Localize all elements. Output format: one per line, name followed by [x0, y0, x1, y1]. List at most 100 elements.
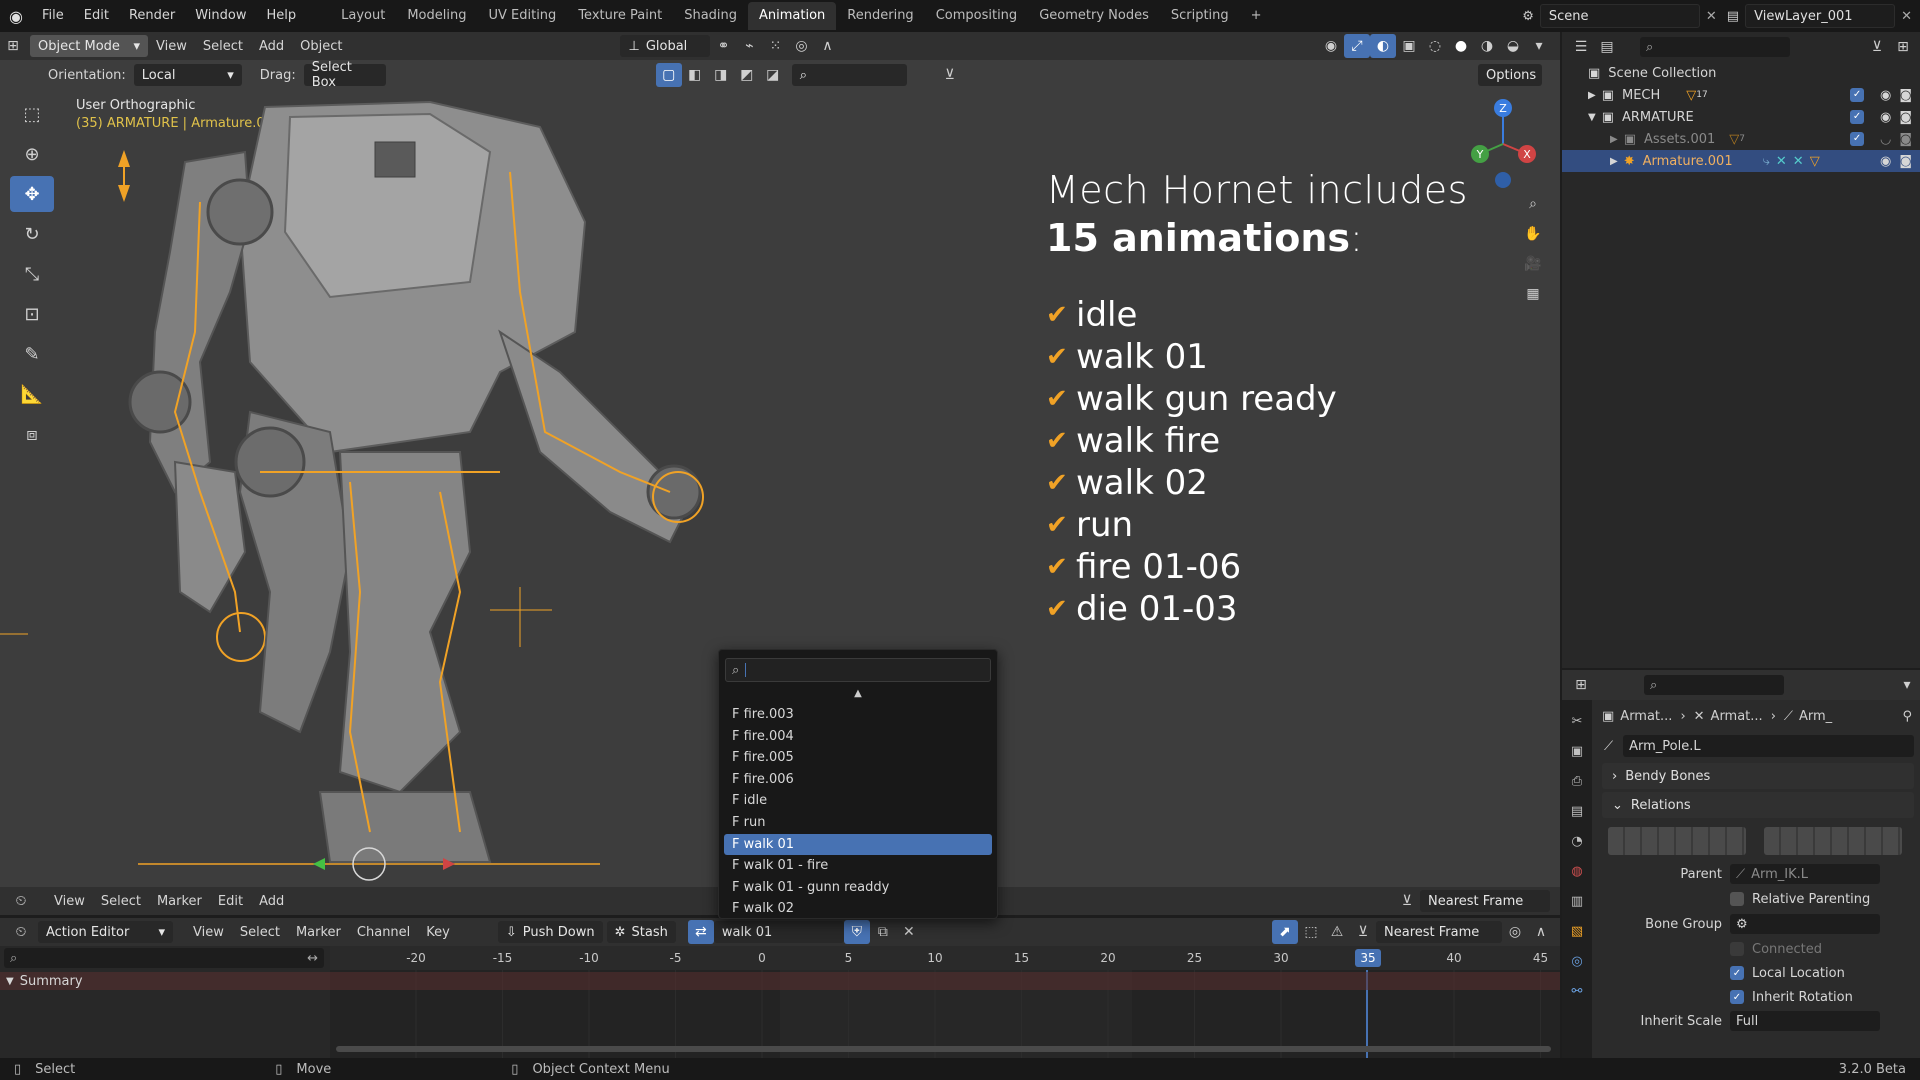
render-tab-icon[interactable]: ▣	[1566, 740, 1588, 762]
scene-field[interactable]: Scene	[1539, 4, 1700, 28]
menu-view[interactable]: View	[185, 925, 232, 940]
viewport-search-input[interactable]: ⌕	[791, 64, 907, 86]
camera-icon[interactable]: ◙	[1899, 132, 1912, 147]
solid-shading-icon[interactable]: ●	[1448, 34, 1474, 58]
options-button[interactable]: Options	[1478, 64, 1542, 86]
mech-model[interactable]	[0, 32, 760, 887]
physics-tab-icon[interactable]: ◎	[1566, 950, 1588, 972]
material-shading-icon[interactable]: ◑	[1474, 34, 1500, 58]
exclude-checkbox[interactable]: ✓	[1850, 87, 1865, 102]
outliner-row-scene-collection[interactable]: ▣ Scene Collection	[1562, 62, 1920, 84]
layer-grid-left[interactable]	[1608, 827, 1746, 855]
falloff-icon[interactable]: ∧	[814, 34, 840, 58]
parent-field[interactable]: ⟋ Arm_IK.L	[1730, 864, 1880, 884]
bone-group-field[interactable]: ⚙	[1730, 914, 1880, 934]
menu-select[interactable]: Select	[232, 925, 288, 940]
gizmo-toggle-icon[interactable]: ⤢	[1344, 34, 1370, 58]
tab-texture-paint[interactable]: Texture Paint	[567, 2, 673, 30]
menu-window[interactable]: Window	[185, 0, 256, 32]
inherit-rotation-checkbox[interactable]: ✓	[1730, 990, 1744, 1004]
filter-icon[interactable]: ⊻	[1350, 920, 1376, 944]
editor-type-icon[interactable]: ⏲	[8, 920, 34, 944]
menu-key[interactable]: Key	[418, 925, 458, 940]
view-layer-tab-icon[interactable]: ▤	[1566, 800, 1588, 822]
eye-icon[interactable]: ◉	[1880, 88, 1891, 103]
bone-name-field[interactable]: Arm_Pole.L	[1623, 735, 1914, 757]
eye-icon[interactable]: ◉	[1880, 154, 1891, 169]
menu-select[interactable]: Select	[93, 894, 149, 909]
pan-hand-icon[interactable]: ✋	[1520, 222, 1546, 246]
tab-compositing[interactable]: Compositing	[925, 2, 1029, 30]
expand-icon[interactable]: ▶	[1610, 134, 1618, 145]
local-location-row[interactable]: ✓ Local Location	[1596, 961, 1920, 985]
rendered-shading-icon[interactable]: ◒	[1500, 34, 1526, 58]
menu-edit[interactable]: Edit	[210, 894, 251, 909]
camera-icon[interactable]: ◙	[1899, 88, 1912, 103]
tab-rendering[interactable]: Rendering	[836, 2, 924, 30]
options-chevron-icon[interactable]: ▾	[1894, 673, 1920, 697]
errors-icon[interactable]: ⚠	[1324, 920, 1350, 944]
display-mode-icon[interactable]: ▤	[1594, 35, 1620, 59]
relative-parenting-row[interactable]: Relative Parenting	[1596, 887, 1920, 911]
dropdown-item[interactable]: F run	[724, 812, 992, 834]
tab-scripting[interactable]: Scripting	[1160, 2, 1240, 30]
blender-logo-icon[interactable]: ◉	[0, 0, 32, 32]
menu-add[interactable]: Add	[251, 894, 292, 909]
xray-icon[interactable]: ▣	[1396, 34, 1422, 58]
outliner-row-assets[interactable]: ▶ ▣ Assets.001 ▽ 7 ✓ ◡ ◙	[1562, 128, 1920, 150]
dropdown-item[interactable]: F walk 01 - fire	[724, 855, 992, 877]
tool-tab-icon[interactable]: ✂	[1566, 710, 1588, 732]
dropdown-item[interactable]: F walk 01 - gunn readdy	[724, 877, 992, 899]
tab-shading[interactable]: Shading	[673, 2, 748, 30]
scene-tab-icon[interactable]: ◔	[1566, 830, 1588, 852]
editor-type-icon[interactable]: ⊞	[1568, 673, 1594, 697]
scene-icon[interactable]: ⚙	[1522, 9, 1534, 24]
bone-layers[interactable]	[1596, 821, 1920, 861]
expand-icon[interactable]: ▶	[1588, 90, 1596, 101]
fake-user-icon[interactable]: ⛨	[843, 920, 870, 944]
zoom-icon[interactable]: ⌕	[1520, 192, 1546, 216]
properties-editor[interactable]: ⊞ ⌕ ▾ ✂ ▣ ⎙ ▤ ◔ ◍ ▥ ▧ ◎ ⚯ ▣ Armat... › ✕…	[1562, 670, 1920, 1058]
expand-icon[interactable]: ▼	[1588, 112, 1596, 123]
navigation-gizmo[interactable]: Z X Y	[1460, 92, 1550, 192]
dropdown-item[interactable]: F fire.006	[724, 769, 992, 791]
menu-view[interactable]: View	[46, 894, 93, 909]
outliner[interactable]: ☰ ▤ ⌕ ⊻ ⊞ ▣ Scene Collection ▶ ▣ MECH ▽ 1…	[1562, 32, 1920, 668]
new-collection-icon[interactable]: ⊞	[1890, 35, 1916, 59]
menu-help[interactable]: Help	[257, 0, 307, 32]
pin-icon[interactable]: ⚲	[1902, 709, 1912, 724]
collapse-icon[interactable]: ▼	[6, 976, 14, 987]
add-workspace-button[interactable]: +	[1240, 2, 1273, 30]
channel-search-input[interactable]: ⌕ ↔	[4, 948, 324, 968]
expand-icon[interactable]: ▶	[1610, 156, 1618, 167]
menu-edit[interactable]: Edit	[74, 0, 119, 32]
outliner-row-armature[interactable]: ▼ ▣ ARMATURE ✓ ◉ ◙	[1562, 106, 1920, 128]
editor-type-icon[interactable]: ☰	[1568, 35, 1594, 59]
editor-type-icon[interactable]: ⏲	[8, 889, 34, 913]
connected-checkbox[interactable]	[1730, 942, 1744, 956]
exclude-checkbox[interactable]: ✓	[1850, 131, 1865, 146]
tab-geometry-nodes[interactable]: Geometry Nodes	[1028, 2, 1160, 30]
scroll-up-arrow[interactable]: ▲	[719, 688, 997, 704]
snap-select[interactable]: Nearest Frame	[1420, 890, 1550, 912]
collection-tab-icon[interactable]: ▥	[1566, 890, 1588, 912]
camera-icon[interactable]: ◙	[1899, 154, 1912, 169]
dropdown-item[interactable]: F walk 02	[724, 898, 992, 920]
show-hidden-icon[interactable]: ⬚	[1298, 920, 1324, 944]
view-layer-icon[interactable]: ▤	[1727, 9, 1739, 24]
dropdown-item[interactable]: F idle	[724, 790, 992, 812]
filter-icon[interactable]: ⊻	[1864, 35, 1890, 59]
panel-bendy-bones[interactable]: › Bendy Bones	[1602, 763, 1914, 789]
world-tab-icon[interactable]: ◍	[1566, 860, 1588, 882]
only-selected-icon[interactable]: ⬈	[1272, 920, 1298, 944]
overlay-toggle-icon[interactable]: ◐	[1370, 34, 1396, 58]
current-frame-badge[interactable]: 35	[1355, 949, 1381, 967]
object-tab-icon[interactable]: ▧	[1566, 920, 1588, 942]
editor-mode-select[interactable]: Action Editor ▾	[38, 921, 173, 943]
snap-select[interactable]: Nearest Frame	[1376, 921, 1502, 943]
dropdown-item-selected[interactable]: F walk 01	[724, 833, 992, 856]
action-browse-icon[interactable]: ⇄	[687, 920, 714, 944]
proportional-icon[interactable]: ◎	[1502, 920, 1528, 944]
scene-close-icon[interactable]: ✕	[1706, 9, 1717, 24]
tab-layout[interactable]: Layout	[330, 2, 396, 30]
